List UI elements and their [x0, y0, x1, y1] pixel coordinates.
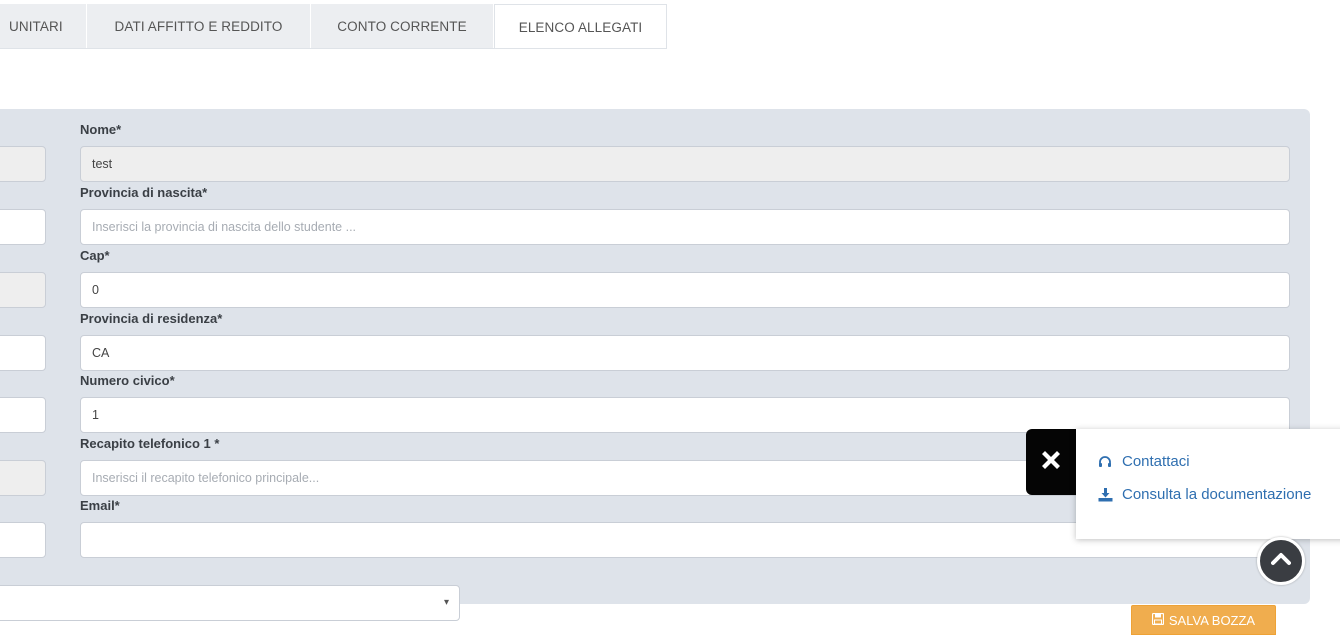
chevron-up-icon [1271, 552, 1291, 571]
left-field-1[interactable] [0, 146, 46, 182]
floppy-disk-icon [1151, 612, 1164, 628]
close-help-button[interactable] [1026, 429, 1076, 495]
provincia-residenza-input[interactable]: CA [80, 335, 1290, 371]
numero-civico-input[interactable]: 1 [80, 397, 1290, 433]
tab-bar: UNITARI DATI AFFITTO E REDDITO CONTO COR… [0, 0, 1340, 50]
cap-input[interactable]: 0 [80, 272, 1290, 308]
nome-label: Nome* [80, 122, 122, 137]
recapito-telefonico-label: Recapito telefonico 1 * [80, 436, 220, 451]
tab-dati-affitto-reddito[interactable]: DATI AFFITTO E REDDITO [87, 4, 311, 49]
save-draft-label: SALVA BOZZA [1168, 612, 1256, 628]
provincia-residenza-value: CA [92, 346, 110, 360]
tab-divider [0, 48, 667, 49]
left-field-5[interactable] [0, 397, 46, 433]
tab-unitari[interactable]: UNITARI [0, 4, 87, 49]
documentation-link[interactable]: Consulta la documentazione [1098, 486, 1311, 503]
headset-icon [1098, 455, 1114, 469]
provincia-residenza-label: Provincia di residenza* [80, 311, 223, 326]
left-field-7[interactable] [0, 522, 46, 558]
chevron-down-icon: ▾ [443, 597, 449, 608]
tab-elenco-allegati[interactable]: ELENCO ALLEGATI [494, 4, 667, 49]
provincia-nascita-label: Provincia di nascita* [80, 185, 208, 200]
email-label: Email* [80, 498, 120, 513]
help-panel: Contattaci Consulta la documentazione [1076, 429, 1340, 539]
close-icon [1038, 447, 1064, 478]
scroll-to-top-button[interactable] [1257, 537, 1305, 585]
select-dropdown[interactable]: ▾ [0, 585, 460, 621]
documentation-label: Consulta la documentazione [1122, 486, 1312, 503]
numero-civico-value: 1 [92, 408, 99, 422]
download-icon [1098, 487, 1114, 502]
provincia-nascita-placeholder: Inserisci la provincia di nascita dello … [92, 220, 357, 234]
left-field-2[interactable] [0, 209, 46, 245]
save-draft-button[interactable]: SALVA BOZZA [1131, 605, 1276, 635]
cap-label: Cap* [80, 248, 110, 263]
tab-conto-corrente[interactable]: CONTO CORRENTE [311, 4, 494, 49]
nome-input[interactable]: test [80, 146, 1290, 182]
contact-link[interactable]: Contattaci [1098, 453, 1190, 470]
recapito-telefonico-placeholder: Inserisci il recapito telefonico princip… [92, 471, 320, 485]
left-field-4[interactable] [0, 335, 46, 371]
left-field-3[interactable] [0, 272, 46, 308]
contact-label: Contattaci [1122, 453, 1190, 470]
provincia-nascita-input[interactable]: Inserisci la provincia di nascita dello … [80, 209, 1290, 245]
nome-value: test [92, 157, 113, 171]
left-field-6[interactable] [0, 460, 46, 496]
cap-value: 0 [92, 283, 99, 297]
numero-civico-label: Numero civico* [80, 373, 175, 388]
